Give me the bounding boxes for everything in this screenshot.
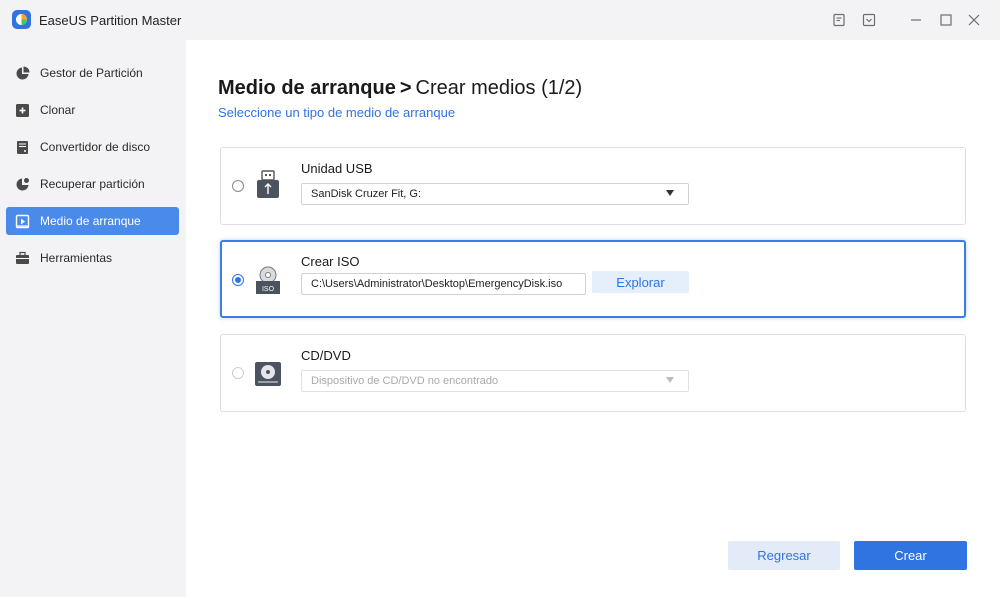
option-label-usb: Unidad USB [301,161,373,176]
usb-device-value: SanDisk Cruzer Fit, G: [311,188,422,200]
sidebar: Gestor de Partición Clonar Convertidor d… [0,40,186,597]
option-label-cd-dvd: CD/DVD [301,348,351,363]
notes-icon[interactable] [830,11,848,29]
iso-disc-icon: ISO [254,264,282,298]
crear-button[interactable]: Crear [854,541,967,570]
cd-drive-icon [254,356,282,390]
download-icon[interactable] [860,11,878,29]
option-label-iso: Crear ISO [301,254,360,269]
app-logo-icon [12,10,31,29]
sidebar-item-gestor-de-particion[interactable]: Gestor de Partición [6,59,179,87]
boot-media-icon [14,213,30,229]
radio-iso[interactable] [232,274,244,286]
page-title-separator: > [399,77,412,99]
sidebar-item-medio-de-arranque[interactable]: Medio de arranque [6,207,179,235]
chevron-down-icon [666,190,674,196]
option-card-iso[interactable]: ISO Crear ISO C:\Users\Administrator\Des… [220,240,966,318]
page-title: Medio de arranque > Crear medios (1/2) [218,77,582,100]
usb-drive-icon [254,169,282,203]
usb-device-select[interactable]: SanDisk Cruzer Fit, G: [301,183,689,205]
option-card-cd-dvd[interactable]: CD/DVD Dispositivo de CD/DVD no encontra… [220,334,966,412]
title-bar: EaseUS Partition Master [0,0,1000,40]
option-card-usb[interactable]: Unidad USB SanDisk Cruzer Fit, G: [220,147,966,225]
iso-path-value: C:\Users\Administrator\Desktop\Emergency… [311,278,563,290]
page-title-step: Crear medios (1/2) [415,77,583,99]
main-panel: Medio de arranque > Crear medios (1/2) Sel… [186,40,1000,597]
cd-dvd-device-value: Dispositivo de CD/DVD no encontrado [311,375,499,387]
maximize-icon[interactable] [937,11,955,29]
sidebar-item-recuperar-particion[interactable]: Recuperar partición [6,170,179,198]
regresar-button[interactable]: Regresar [728,541,840,570]
cd-dvd-device-select[interactable]: Dispositivo de CD/DVD no encontrado [301,370,689,392]
radio-cd-dvd[interactable] [232,367,244,379]
radio-usb[interactable] [232,180,244,192]
toolbox-icon [14,250,30,266]
sidebar-item-clonar[interactable]: Clonar [6,96,179,124]
explorar-button[interactable]: Explorar [592,271,689,293]
sidebar-item-herramientas[interactable]: Herramientas [6,244,179,272]
close-icon[interactable] [965,11,983,29]
page-subtitle: Seleccione un tipo de medio de arranque [218,105,456,120]
minimize-icon[interactable] [907,11,925,29]
chevron-down-icon [666,377,674,383]
pie-recover-icon [14,176,30,192]
disk-icon [14,139,30,155]
app-title: EaseUS Partition Master [39,13,182,28]
sidebar-item-convertidor-de-disco[interactable]: Convertidor de disco [6,133,179,161]
iso-path-input[interactable]: C:\Users\Administrator\Desktop\Emergency… [301,273,586,295]
clone-icon [14,102,30,118]
pie-chart-icon [14,65,30,81]
svg-text:ISO: ISO [262,286,275,293]
page-title-main: Medio de arranque [218,77,396,99]
